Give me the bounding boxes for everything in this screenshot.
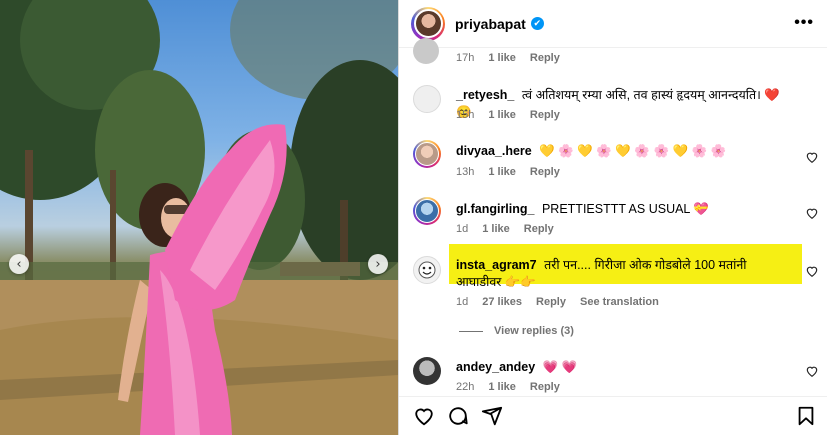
view-replies-label[interactable]: View replies (3) [494, 325, 574, 337]
comment-body: 💗 💗 [542, 360, 578, 374]
comment-likes[interactable]: 27 likes [482, 296, 522, 308]
comment-body: PRETTIESTTT AS USUAL 💝 [541, 202, 709, 216]
view-replies-line [459, 330, 483, 332]
verified-badge-icon: ✔ [530, 17, 544, 30]
reply-button[interactable]: Reply [524, 223, 554, 235]
like-heart-icon[interactable] [413, 405, 435, 427]
comment-text: gl.fangirling_ PRETTIESTTT AS USUAL 💝 [456, 201, 796, 218]
comment-likes[interactable]: 1 like [488, 109, 516, 121]
commenter-avatar[interactable] [413, 256, 441, 284]
comment-meta: 15h 1 like Reply [456, 109, 560, 121]
commenter-username[interactable]: andey_andey [456, 360, 535, 374]
comment-likes[interactable]: 1 like [482, 223, 510, 235]
comment-body: 💛 🌸 💛 🌸 💛 🌸 🌸 💛 🌸 🌸 [539, 144, 727, 158]
author-avatar[interactable] [411, 6, 445, 41]
comment-meta: 1d 27 likes Reply See translation [456, 296, 659, 308]
reply-button[interactable]: Reply [530, 166, 560, 178]
post-header: priyabapat ✔ ••• [399, 0, 827, 48]
post-photo-illustration [0, 0, 398, 435]
comment-time: 22h [456, 381, 475, 393]
view-replies-button[interactable]: View replies (3) [459, 325, 574, 337]
comment-text: insta_agram7 तरी पन.... गिरीजा ओक गोडबोल… [456, 257, 791, 291]
comments-panel: priyabapat ✔ ••• 17h 1 like Reply _retye… [398, 0, 827, 435]
reply-button[interactable]: Reply [530, 109, 560, 121]
comment-text: andey_andey 💗 💗 [456, 359, 796, 376]
comment-likes[interactable]: 1 like [488, 381, 516, 393]
post-action-bar [399, 396, 827, 435]
like-comment-heart-icon[interactable] [805, 364, 819, 378]
comment-likes[interactable]: 1 like [488, 52, 516, 64]
comment-meta: 22h 1 like Reply [456, 381, 560, 393]
reply-button[interactable]: Reply [536, 296, 566, 308]
comment-meta: 17h 1 like Reply [456, 52, 560, 64]
commenter-username[interactable]: divyaa_.here [456, 144, 532, 158]
comment-time: 1d [456, 223, 469, 235]
like-comment-heart-icon[interactable] [805, 150, 819, 164]
comment-time: 17h [456, 52, 475, 64]
reply-button[interactable]: Reply [530, 381, 560, 393]
save-bookmark-icon[interactable] [795, 405, 817, 427]
commenter-avatar[interactable] [413, 140, 441, 168]
commenter-username[interactable]: _retyesh_ [456, 88, 514, 102]
like-comment-heart-icon[interactable] [805, 206, 819, 220]
comment-bubble-icon[interactable] [447, 405, 469, 427]
share-paper-plane-icon[interactable] [481, 405, 503, 427]
post-photo: ‹ › [0, 0, 398, 435]
author-username[interactable]: priyabapat [455, 16, 526, 32]
next-photo-button[interactable]: › [368, 254, 388, 274]
commenter-avatar[interactable] [413, 85, 441, 113]
comment-likes[interactable]: 1 like [488, 166, 516, 178]
commenter-avatar[interactable] [413, 357, 441, 385]
commenter-username[interactable]: gl.fangirling_ [456, 202, 534, 216]
comment-meta: 1d 1 like Reply [456, 223, 554, 235]
commenter-avatar[interactable] [413, 197, 441, 225]
see-translation-button[interactable]: See translation [580, 296, 659, 308]
commenter-avatar[interactable] [413, 38, 439, 64]
commenter-username[interactable]: insta_agram7 [456, 258, 537, 272]
reply-button[interactable]: Reply [530, 52, 560, 64]
comment-text: divyaa_.here 💛 🌸 💛 🌸 💛 🌸 🌸 💛 🌸 🌸 [456, 143, 796, 160]
comment-time: 13h [456, 166, 475, 178]
previous-photo-button[interactable]: ‹ [9, 254, 29, 274]
like-comment-heart-icon[interactable] [805, 264, 819, 278]
more-options-button[interactable]: ••• [794, 14, 814, 32]
comment-time: 1d [456, 296, 469, 308]
comment-time: 15h [456, 109, 475, 121]
comment-meta: 13h 1 like Reply [456, 166, 560, 178]
